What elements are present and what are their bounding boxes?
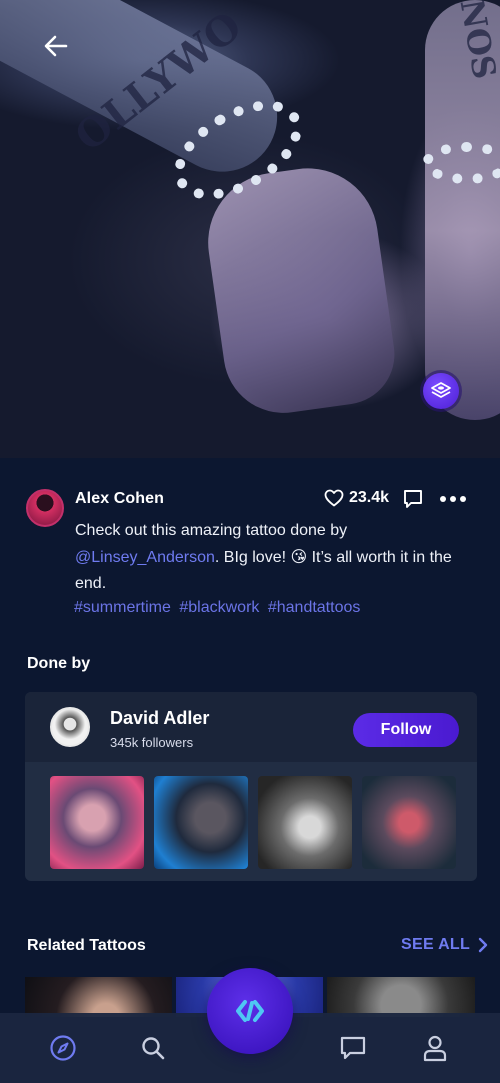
comment-button[interactable] bbox=[402, 488, 424, 515]
hashtag-link[interactable]: #handtattoos bbox=[268, 599, 361, 616]
artist-header[interactable]: David Adler 345k followers Follow bbox=[25, 692, 477, 762]
mention-link[interactable]: @Linsey_Anderson bbox=[75, 549, 215, 566]
gallery-thumbnail[interactable] bbox=[50, 776, 144, 869]
follow-button[interactable]: Follow bbox=[353, 713, 459, 747]
search-icon bbox=[142, 1037, 165, 1060]
left-hand-shape bbox=[199, 159, 401, 421]
compass-icon bbox=[50, 1035, 76, 1061]
hashtag-link[interactable]: #summertime bbox=[74, 599, 171, 616]
arrow-left-icon bbox=[44, 35, 68, 57]
artist-gallery bbox=[50, 776, 456, 869]
app-logo-icon bbox=[236, 1000, 264, 1022]
author-name[interactable]: Alex Cohen bbox=[75, 490, 164, 508]
related-tattoo-card[interactable] bbox=[25, 977, 172, 1017]
nav-profile[interactable] bbox=[420, 1033, 450, 1063]
chevron-right-icon bbox=[478, 937, 488, 953]
nav-explore[interactable] bbox=[48, 1033, 78, 1063]
more-options-button[interactable] bbox=[440, 488, 466, 510]
like-button[interactable]: 23.4k bbox=[324, 489, 389, 507]
heart-icon bbox=[324, 489, 344, 507]
author-avatar[interactable] bbox=[26, 489, 64, 527]
nav-messages[interactable] bbox=[338, 1033, 368, 1063]
more-dot bbox=[460, 496, 466, 502]
likes-count: 23.4k bbox=[349, 489, 390, 506]
profile-icon bbox=[423, 1035, 447, 1062]
related-tattoos-title: Related Tattoos bbox=[27, 937, 146, 954]
artist-avatar[interactable] bbox=[50, 707, 90, 747]
hashtag-link[interactable]: #blackwork bbox=[179, 599, 259, 616]
artist-card: David Adler 345k followers Follow bbox=[25, 692, 477, 881]
done-by-title: Done by bbox=[27, 655, 91, 672]
chat-icon bbox=[340, 1036, 366, 1060]
related-tattoo-card[interactable] bbox=[327, 977, 475, 1017]
nav-search[interactable] bbox=[138, 1033, 168, 1063]
caption-text: Check out this amazing tattoo done by bbox=[75, 522, 348, 539]
ar-view-button[interactable] bbox=[423, 373, 459, 409]
hashtag-list: #summertime #blackwork #handtattoos bbox=[74, 599, 364, 617]
more-dot bbox=[450, 496, 456, 502]
create-post-button[interactable] bbox=[207, 968, 293, 1054]
see-all-link[interactable]: SEE ALL bbox=[401, 936, 488, 954]
ar-scan-icon bbox=[431, 382, 451, 398]
post-caption: Check out this amazing tattoo done by @L… bbox=[75, 518, 455, 598]
gallery-thumbnail[interactable] bbox=[362, 776, 456, 869]
gallery-thumbnail[interactable] bbox=[154, 776, 248, 869]
comment-icon bbox=[404, 490, 422, 508]
see-all-label: SEE ALL bbox=[401, 936, 471, 953]
gallery-thumbnail[interactable] bbox=[258, 776, 352, 869]
more-horizontal-icon bbox=[440, 496, 446, 502]
artist-name[interactable]: David Adler bbox=[110, 708, 209, 729]
back-button[interactable] bbox=[40, 30, 72, 62]
artist-followers: 345k followers bbox=[110, 735, 194, 750]
